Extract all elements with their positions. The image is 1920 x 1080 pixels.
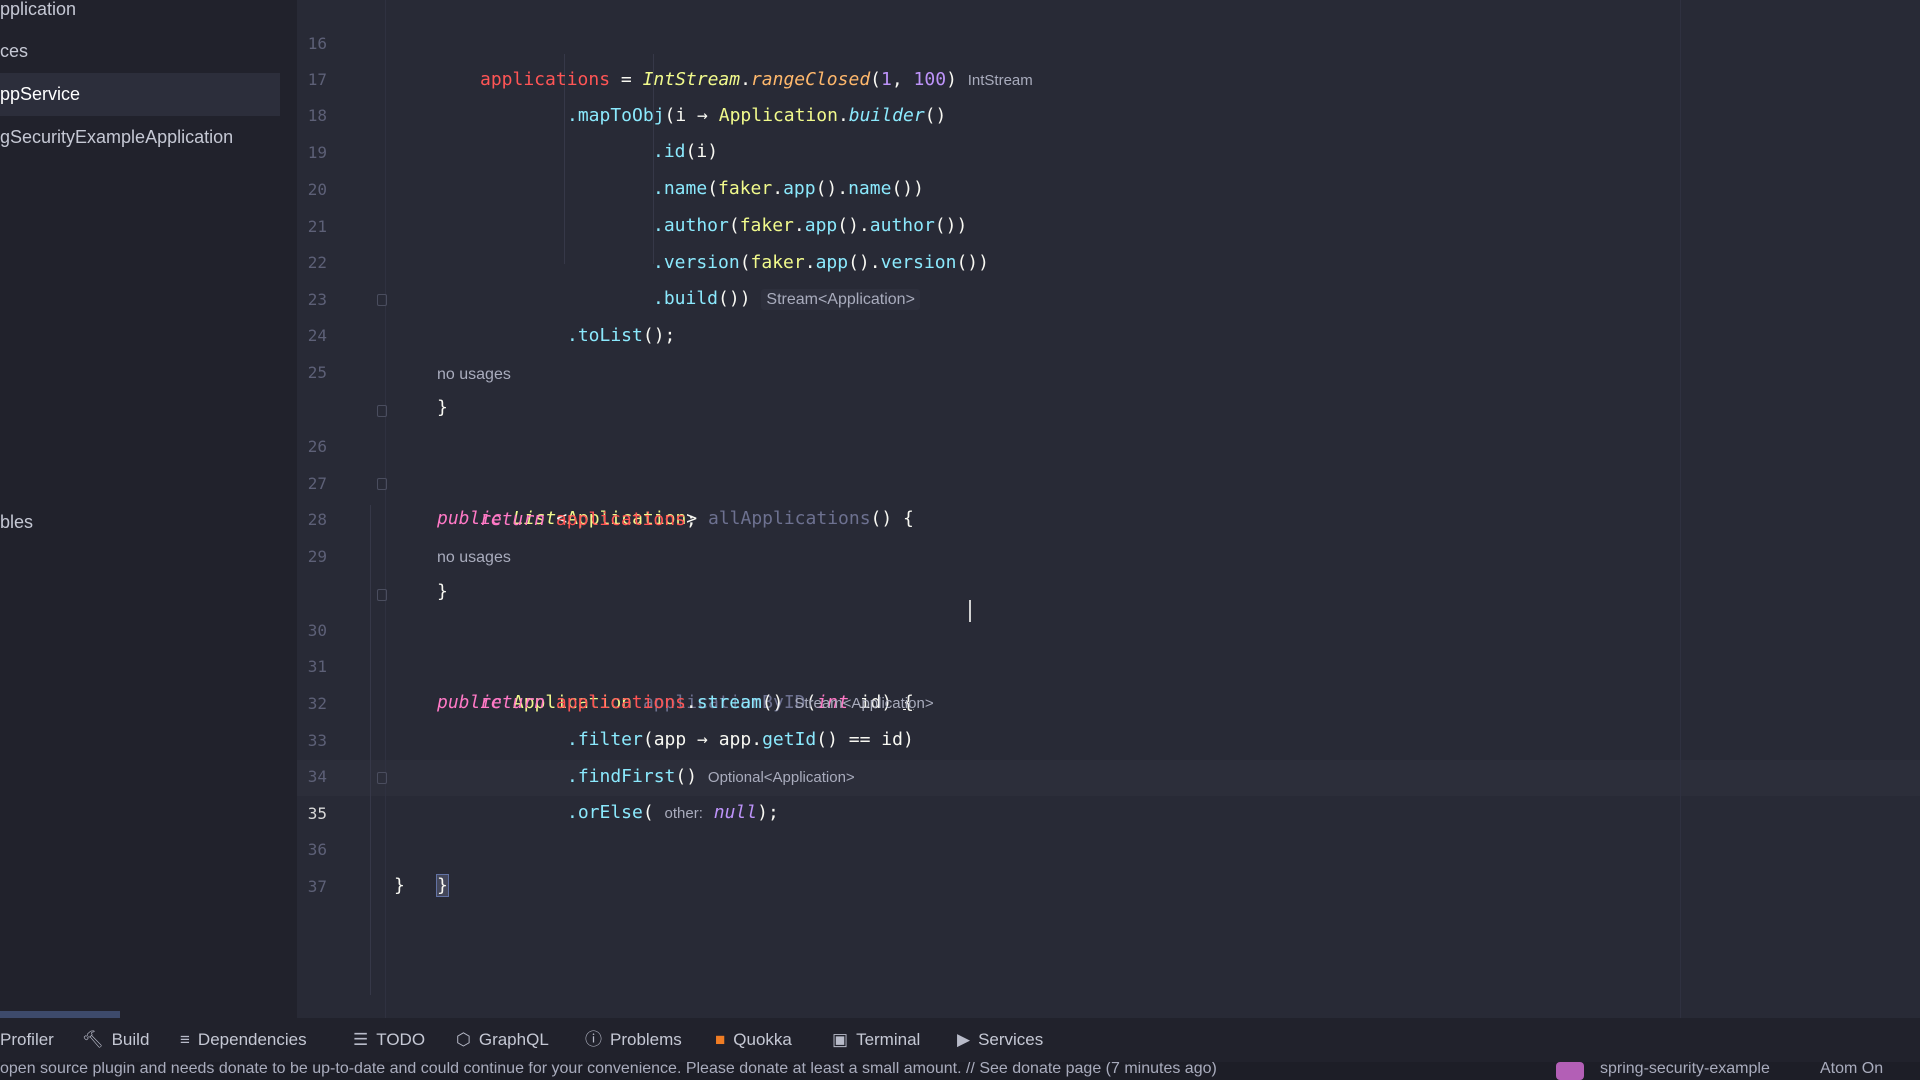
terminal-icon: ▣: [832, 1030, 849, 1049]
code-lens-usages[interactable]: no usages: [437, 360, 511, 390]
tree-item-application[interactable]: pplication: [0, 0, 76, 31]
tree-item-services[interactable]: ces: [0, 30, 28, 73]
tool-graphql[interactable]: ⬡ GraphQL: [456, 1018, 549, 1062]
code-line-28[interactable]: 28 }: [297, 466, 1920, 602]
code-line-27[interactable]: 27 return applications;: [297, 430, 1920, 530]
list-icon: ☰: [353, 1030, 369, 1049]
graphql-label: GraphQL: [478, 1030, 549, 1049]
code-line-34[interactable]: 34 .orElse( other: null);: [297, 723, 1920, 823]
problems-label: Problems: [610, 1030, 682, 1049]
tool-window-bar: Profiler 🔨︎ Build ≡ Dependencies ☰ TODO ⬡ Gr…: [0, 1018, 1920, 1062]
quokka-icon: ■: [715, 1030, 726, 1049]
layers-icon: ≡: [180, 1030, 190, 1049]
token: }: [394, 875, 405, 896]
theme-name[interactable]: Atom On: [1820, 1062, 1883, 1078]
code-line-19[interactable]: 19 .name(faker.app().name()): [297, 99, 1920, 199]
project-name[interactable]: spring-security-example: [1600, 1062, 1770, 1078]
warning-icon: ⓘ: [585, 1030, 602, 1049]
code-line-25[interactable]: 25: [297, 319, 1920, 382]
fold-marker[interactable]: [377, 589, 387, 601]
code-line-33[interactable]: 33 .findFirst() Optional<Application>: [297, 687, 1920, 787]
tree-item-resources[interactable]: bles: [0, 501, 33, 544]
code-line-22[interactable]: 22 .build()) Stream<Application>: [297, 209, 1920, 310]
code-line-32[interactable]: 32 .filter(app → app.getId() == id): [297, 650, 1920, 750]
sidebar-scrollbar[interactable]: [0, 1011, 120, 1018]
tool-quokka[interactable]: ■ Quokka: [715, 1018, 792, 1062]
project-tree: pplication ces ppService gSecurityExampl…: [0, 0, 297, 1018]
fold-marker[interactable]: [377, 405, 387, 417]
code-line-16[interactable]: 16 applications = IntStream.rangeClosed(…: [297, 0, 1920, 90]
status-message[interactable]: open source plugin and needs donate to b…: [0, 1062, 1217, 1078]
code-editor[interactable]: 16 applications = IntStream.rangeClosed(…: [297, 0, 1920, 1018]
status-bar: open source plugin and needs donate to b…: [0, 1062, 1920, 1080]
line-number: 29: [307, 547, 327, 566]
code-line-29[interactable]: 29: [297, 503, 1920, 566]
tool-build[interactable]: 🔨︎ Build: [82, 1018, 149, 1062]
code-line-36[interactable]: 36 }: [297, 796, 1920, 896]
code-line-21[interactable]: 21 .version(faker.app().version()): [297, 173, 1920, 273]
tool-todo[interactable]: ☰ TODO: [353, 1018, 425, 1062]
build-label: Build: [111, 1030, 150, 1049]
fold-marker[interactable]: [377, 294, 387, 306]
mouse-text-cursor: [969, 600, 971, 622]
code-line-18[interactable]: 18 .id(i): [297, 62, 1920, 162]
quokka-label: Quokka: [733, 1030, 792, 1049]
code-line-35[interactable]: 35 }: [297, 760, 1920, 897]
tool-terminal[interactable]: ▣ Terminal: [832, 1018, 920, 1062]
todo-label: TODO: [376, 1030, 426, 1049]
code-line-30[interactable]: 30 public Application applicationByID(in…: [297, 577, 1920, 713]
play-circle-icon: ▶: [957, 1030, 971, 1049]
tool-profiler[interactable]: Profiler: [0, 1018, 54, 1062]
line-number: 25: [307, 363, 327, 382]
services-label: Services: [978, 1030, 1044, 1049]
profiler-label: Profiler: [0, 1030, 54, 1049]
code-line-31[interactable]: 31 return applications.stream() Stream<A…: [297, 613, 1920, 713]
tool-problems[interactable]: ⓘ Problems: [585, 1018, 682, 1062]
code-line-26[interactable]: 26 public List<Application> allApplicati…: [297, 393, 1920, 529]
matched-brace: }: [436, 874, 449, 897]
tool-dependencies[interactable]: ≡ Dependencies: [180, 1018, 307, 1062]
tree-item-appservice[interactable]: ppService: [0, 73, 280, 116]
code-line-20[interactable]: 20 .author(faker.app().author()): [297, 136, 1920, 236]
code-line-24[interactable]: 24 }: [297, 282, 1920, 418]
fold-marker[interactable]: [377, 772, 387, 784]
line-number: 37: [307, 877, 327, 896]
code-line-23[interactable]: 23 .toList();: [297, 246, 1920, 346]
hammer-icon: 🔨︎: [82, 1030, 104, 1049]
fold-marker[interactable]: [377, 478, 387, 490]
tree-item-main-application[interactable]: gSecurityExampleApplication: [0, 116, 233, 159]
code-line-37[interactable]: 37: [297, 833, 1920, 896]
code-lens-usages[interactable]: no usages: [437, 543, 511, 573]
dependencies-label: Dependencies: [197, 1030, 307, 1049]
tool-services[interactable]: ▶ Services: [957, 1018, 1043, 1062]
graphql-icon: ⬡: [456, 1030, 471, 1049]
code-line-17[interactable]: 17 .mapToObj(i → Application.builder(): [297, 26, 1920, 126]
terminal-label: Terminal: [856, 1030, 921, 1049]
project-badge: S: [1556, 1062, 1584, 1080]
